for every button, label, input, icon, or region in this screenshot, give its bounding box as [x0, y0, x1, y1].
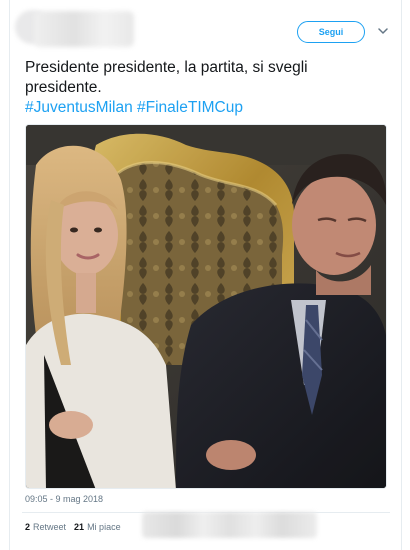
tweet-stats: 2 Retweet 21 Mi piace	[25, 522, 129, 532]
follow-button[interactable]: Segui	[297, 21, 365, 43]
tweet-header: Segui	[10, 0, 403, 55]
hashtag-link[interactable]: #JuventusMilan	[25, 99, 133, 116]
tweet-text-line: presidente.	[25, 79, 102, 96]
retweet-count: 2	[25, 522, 31, 532]
retweet-label: Retweet	[33, 522, 67, 532]
blurred-liker-avatars	[142, 512, 317, 538]
tweet-card: Segui Presidente presidente, la partita,…	[9, 0, 402, 550]
like-count: 21	[74, 522, 85, 532]
chevron-down-icon[interactable]	[376, 24, 390, 38]
hashtag-link[interactable]: #FinaleTIMCup	[137, 99, 243, 116]
tweet-text-line: Presidente presidente, la partita, si sv…	[25, 59, 308, 76]
hashtag-list: #JuventusMilan #FinaleTIMCup	[25, 98, 390, 118]
tweet-text: Presidente presidente, la partita, si sv…	[25, 58, 390, 118]
blurred-user-name	[34, 11, 134, 47]
retweet-count-link[interactable]: 2 Retweet	[25, 522, 66, 532]
like-label: Mi piace	[87, 522, 121, 532]
tweet-photo[interactable]	[25, 124, 387, 489]
photo-illustration	[26, 125, 386, 488]
tweet-timestamp[interactable]: 09:05 - 9 mag 2018	[25, 494, 103, 504]
like-count-link[interactable]: 21 Mi piace	[74, 522, 121, 532]
